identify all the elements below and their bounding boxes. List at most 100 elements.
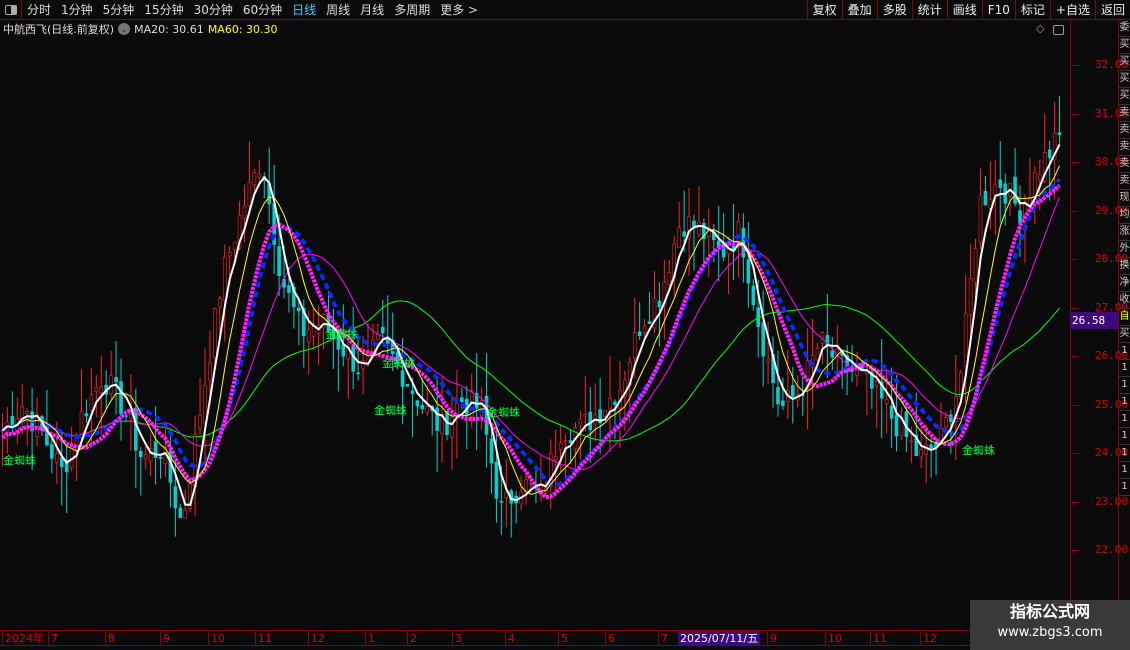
period-tab[interactable]: 1分钟 bbox=[56, 1, 98, 18]
ma5-line bbox=[1, 144, 1061, 506]
panel-cell: 1 bbox=[1119, 428, 1130, 445]
x-tick-label: 11 bbox=[255, 632, 272, 646]
toolbar-button[interactable]: 叠加 bbox=[841, 0, 877, 20]
x-tick-label: 6 bbox=[605, 632, 615, 646]
period-tab[interactable]: 周线 bbox=[321, 1, 355, 18]
candle-body bbox=[494, 461, 499, 499]
signal-label: 金蜘蛛 bbox=[325, 328, 358, 341]
candle-body bbox=[998, 179, 1003, 188]
candle-body bbox=[963, 312, 968, 367]
candle-body bbox=[1057, 132, 1062, 136]
candle-body bbox=[736, 220, 741, 245]
x-tick-label: 5 bbox=[558, 632, 568, 646]
layout-toggle-button[interactable] bbox=[0, 0, 22, 20]
candle-body bbox=[84, 413, 89, 417]
candle-body bbox=[99, 386, 104, 393]
panel-cell: 1 bbox=[1119, 411, 1130, 428]
candle-body bbox=[583, 414, 588, 417]
candle-body bbox=[1037, 174, 1042, 181]
toolbar-button[interactable]: +自选 bbox=[1049, 0, 1095, 20]
panel-cell: 买 bbox=[1119, 54, 1130, 71]
candle-body bbox=[227, 252, 232, 257]
candle-body bbox=[178, 507, 183, 519]
candle-body bbox=[89, 394, 94, 411]
period-tab[interactable]: 15分钟 bbox=[139, 1, 188, 18]
panel-cell: 1 bbox=[1119, 377, 1130, 394]
candle-body bbox=[993, 184, 998, 195]
toolbar-button[interactable]: 标记 bbox=[1014, 0, 1050, 20]
candle-body bbox=[884, 399, 889, 405]
period-tab[interactable]: 5分钟 bbox=[98, 1, 140, 18]
signal-label: 金蜘蛛 bbox=[962, 444, 995, 457]
watermark-url: www.zbgs3.com bbox=[997, 625, 1103, 640]
candle-body bbox=[158, 456, 163, 459]
candle-body bbox=[978, 194, 983, 244]
candle-body bbox=[208, 362, 212, 381]
candle-body bbox=[578, 418, 583, 426]
signal-label: 金蜘蛛 bbox=[382, 357, 415, 370]
period-tab[interactable]: 更多 > bbox=[435, 1, 483, 18]
candle-body bbox=[173, 486, 178, 509]
candle-body bbox=[909, 440, 914, 443]
candle-body bbox=[637, 331, 642, 337]
candle-body bbox=[682, 231, 686, 237]
candle-body bbox=[356, 372, 360, 375]
candle-body bbox=[603, 410, 607, 417]
toolbar-button[interactable]: 统计 bbox=[911, 0, 947, 20]
x-tick-label: 10 bbox=[208, 632, 225, 646]
panel-cell: 收 bbox=[1119, 292, 1130, 309]
candle-body bbox=[751, 285, 756, 306]
watermark-title: 指标公式网 bbox=[1009, 602, 1090, 621]
panel-cell: 涨 bbox=[1119, 224, 1130, 241]
candle-body bbox=[889, 405, 894, 419]
candle-body bbox=[968, 278, 973, 316]
period-tab[interactable]: 月线 bbox=[355, 1, 389, 18]
candle-body bbox=[50, 444, 54, 459]
signal-label: 金蜘蛛 bbox=[374, 404, 407, 417]
candle-body bbox=[218, 298, 222, 308]
period-tab[interactable]: 60分钟 bbox=[238, 1, 287, 18]
candle-body bbox=[287, 285, 291, 293]
panel-cell: 买 bbox=[1119, 37, 1130, 54]
toolbar-button[interactable]: 复权 bbox=[806, 0, 842, 20]
toolbar-button[interactable]: 多股 bbox=[876, 0, 912, 20]
period-tab[interactable]: 日线 bbox=[287, 1, 321, 18]
candle-body bbox=[983, 190, 988, 206]
toolbar-button[interactable]: 画线 bbox=[946, 0, 982, 20]
candlestick-chart[interactable] bbox=[0, 20, 1070, 630]
candle-body bbox=[790, 385, 795, 397]
toolbar-button[interactable]: F10 bbox=[981, 0, 1015, 20]
candle-body bbox=[183, 509, 188, 519]
x-tick-label: 12 bbox=[920, 632, 937, 646]
x-tick-label: 9 bbox=[160, 632, 170, 646]
candle-body bbox=[232, 242, 237, 250]
candle-body bbox=[94, 386, 99, 392]
candle-body bbox=[973, 248, 978, 283]
cursor-date: 2025/07/11/五 bbox=[678, 631, 761, 646]
candle-body bbox=[198, 415, 202, 429]
candle-body bbox=[138, 450, 143, 458]
candle-body bbox=[361, 360, 365, 370]
candle-body bbox=[613, 401, 617, 406]
candle-body bbox=[415, 400, 420, 407]
panel-cell: 1 bbox=[1119, 462, 1130, 479]
panel-cell: 委 bbox=[1119, 20, 1130, 37]
panel-cell: 1 bbox=[1119, 445, 1130, 462]
candle-body bbox=[247, 182, 252, 207]
candle-body bbox=[499, 500, 504, 503]
period-tab[interactable]: 多周期 bbox=[389, 1, 435, 18]
x-tick-label: 7 bbox=[658, 632, 668, 646]
candle-body bbox=[425, 406, 430, 413]
period-tab[interactable]: 分时 bbox=[22, 1, 56, 18]
toolbar-button[interactable]: 返回 bbox=[1094, 0, 1130, 20]
candle-body bbox=[667, 272, 672, 285]
period-tab[interactable]: 30分钟 bbox=[189, 1, 238, 18]
candle-body bbox=[257, 173, 262, 178]
x-tick-label: 3 bbox=[452, 632, 462, 646]
x-tick-label: 8 bbox=[105, 632, 115, 646]
panel-cell: 买 bbox=[1119, 326, 1130, 343]
x-tick-label: 7 bbox=[48, 632, 58, 646]
ma10-line bbox=[2, 165, 1060, 495]
thick-ma-line bbox=[1, 183, 1061, 500]
panel-cell: 1 bbox=[1119, 343, 1130, 360]
